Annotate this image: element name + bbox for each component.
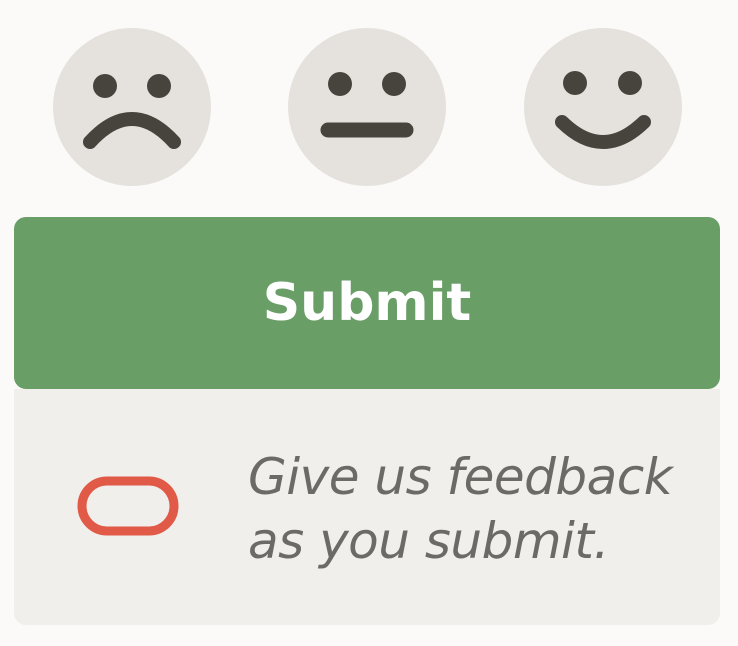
feedback-panel: Give us feedback as you submit. [14,389,720,625]
happy-face-icon[interactable] [524,28,682,186]
feedback-message-line1: Give us feedback [248,448,673,506]
oracle-ring-icon [76,475,180,539]
submit-button[interactable]: Submit [14,217,720,389]
neutral-face-icon[interactable] [288,28,446,186]
sad-face-icon[interactable] [53,28,211,186]
feedback-message: Give us feedback as you submit. [248,445,708,573]
feedback-message-line2: as you submit. [248,512,609,570]
rating-faces [0,0,738,200]
